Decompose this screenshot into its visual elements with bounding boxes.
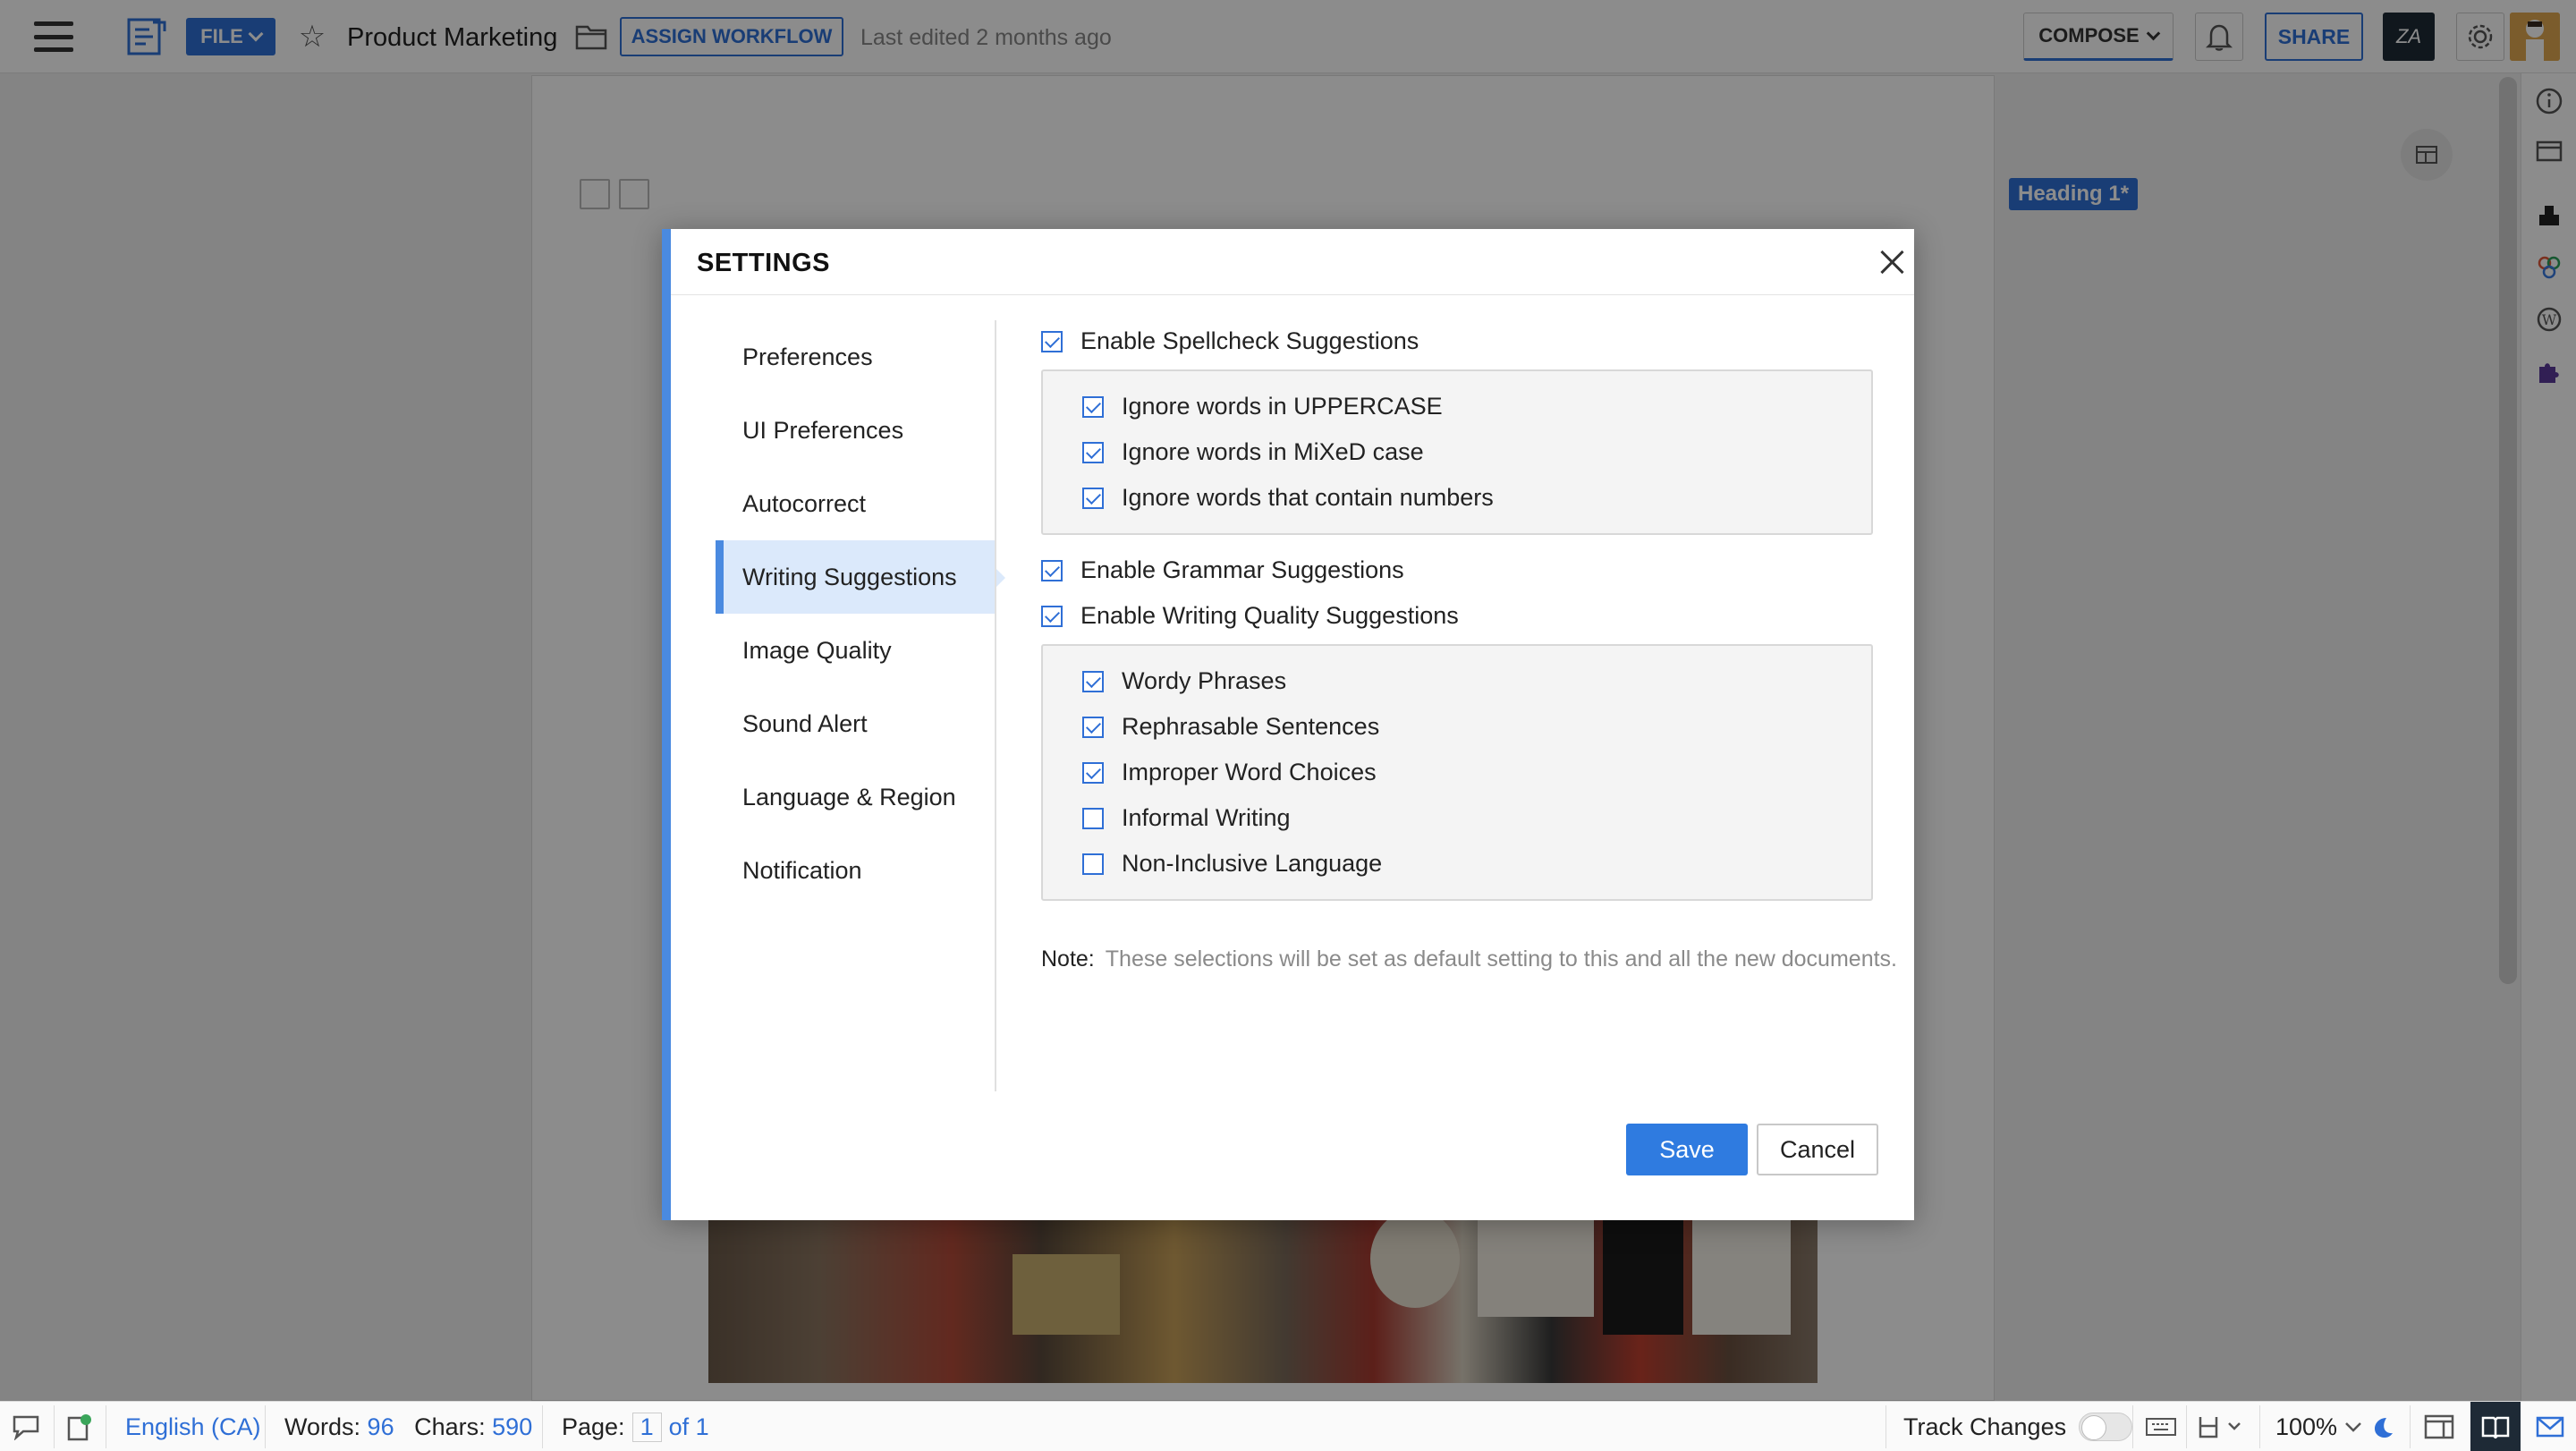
track-changes-toggle[interactable]	[2079, 1413, 2133, 1441]
document-check-icon[interactable]	[64, 1402, 93, 1451]
settings-note: Note: These selections will be set as de…	[1041, 946, 1897, 972]
ignore-numbers-checkbox[interactable]	[1082, 487, 1104, 509]
chevron-down-icon	[2345, 1422, 2361, 1432]
grammar-label: Enable Grammar Suggestions	[1080, 556, 1404, 583]
nav-item-language-region[interactable]: Language & Region	[716, 760, 995, 834]
writing-quality-suboptions: Wordy Phrases Rephrasable Sentences Impr…	[1041, 644, 1873, 901]
note-text: These selections will be set as default …	[1105, 946, 1897, 972]
spellcheck-label: Enable Spellcheck Suggestions	[1080, 327, 1419, 354]
rephrasable-sentences-label: Rephrasable Sentences	[1122, 713, 1380, 740]
dialog-header: SETTINGS	[671, 229, 1914, 295]
rephrasable-sentences-checkbox[interactable]	[1082, 716, 1104, 738]
save-button[interactable]: Save	[1626, 1124, 1748, 1175]
keyboard-icon[interactable]	[2145, 1402, 2177, 1451]
status-separator	[542, 1405, 543, 1448]
status-bar: English (CA) Words: 96 Chars: 590 Page: …	[0, 1401, 2576, 1451]
grammar-option[interactable]: Enable Grammar Suggestions	[1041, 547, 1873, 593]
non-inclusive-language-option[interactable]: Non-Inclusive Language	[1082, 841, 1871, 887]
settings-nav: Preferences UI Preferences Autocorrect W…	[716, 320, 1005, 907]
nav-item-sound-alert[interactable]: Sound Alert	[716, 687, 995, 760]
page-total: of 1	[668, 1413, 709, 1440]
page-number-input[interactable]: 1	[631, 1412, 662, 1442]
chars-value: 590	[492, 1413, 533, 1440]
zoom-value: 100%	[2275, 1413, 2338, 1440]
informal-writing-checkbox[interactable]	[1082, 807, 1104, 829]
status-separator	[2186, 1405, 2187, 1448]
spellcheck-option[interactable]: Enable Spellcheck Suggestions	[1041, 318, 1873, 364]
wordy-phrases-option[interactable]: Wordy Phrases	[1082, 658, 1871, 704]
writing-quality-option[interactable]: Enable Writing Quality Suggestions	[1041, 593, 1873, 639]
ignore-numbers-label: Ignore words that contain numbers	[1122, 484, 1494, 511]
informal-writing-option[interactable]: Informal Writing	[1082, 795, 1871, 841]
page-label: Page:	[562, 1413, 625, 1440]
wordy-phrases-checkbox[interactable]	[1082, 670, 1104, 692]
improper-word-choices-label: Improper Word Choices	[1122, 759, 1377, 785]
ignore-uppercase-option[interactable]: Ignore words in UPPERCASE	[1082, 384, 1871, 429]
ignore-numbers-option[interactable]: Ignore words that contain numbers	[1082, 475, 1871, 521]
ignore-uppercase-label: Ignore words in UPPERCASE	[1122, 393, 1443, 420]
language-label: English (CA)	[125, 1413, 261, 1440]
nav-item-preferences[interactable]: Preferences	[716, 320, 995, 394]
layout-view-icon[interactable]	[2424, 1402, 2454, 1451]
ignore-uppercase-checkbox[interactable]	[1082, 395, 1104, 418]
zoom-selector[interactable]: 100%	[2275, 1402, 2364, 1451]
nav-item-writing-suggestions[interactable]: Writing Suggestions	[716, 540, 1005, 614]
nav-item-autocorrect[interactable]: Autocorrect	[716, 467, 995, 540]
status-separator	[265, 1405, 266, 1448]
status-separator	[1885, 1405, 1886, 1448]
status-separator	[2132, 1405, 2133, 1448]
writing-quality-checkbox[interactable]	[1041, 605, 1063, 627]
mail-icon[interactable]	[2535, 1402, 2565, 1451]
non-inclusive-language-label: Non-Inclusive Language	[1122, 850, 1383, 877]
dialog-title: SETTINGS	[697, 249, 831, 277]
language-selector[interactable]: English (CA)	[125, 1402, 261, 1451]
page-indicator: Page: 1 of 1	[562, 1402, 709, 1451]
note-label: Note:	[1041, 946, 1095, 972]
word-count: Words: 96 Chars: 590	[284, 1402, 532, 1451]
status-separator	[2410, 1405, 2411, 1448]
non-inclusive-language-checkbox[interactable]	[1082, 853, 1104, 875]
close-icon[interactable]	[1878, 249, 1905, 276]
nav-item-notification[interactable]: Notification	[716, 834, 995, 907]
improper-word-choices-checkbox[interactable]	[1082, 761, 1104, 784]
improper-word-choices-option[interactable]: Improper Word Choices	[1082, 750, 1871, 795]
track-changes-label: Track Changes	[1903, 1413, 2067, 1440]
writing-suggestions-panel: Enable Spellcheck Suggestions Ignore wor…	[1041, 318, 1873, 913]
ignore-mixed-case-label: Ignore words in MiXeD case	[1122, 438, 1424, 465]
writing-quality-label: Enable Writing Quality Suggestions	[1080, 602, 1459, 629]
spellcheck-suboptions: Ignore words in UPPERCASE Ignore words i…	[1041, 369, 1873, 535]
nav-item-image-quality[interactable]: Image Quality	[716, 614, 995, 687]
settings-dialog: SETTINGS Preferences UI Preferences Auto…	[662, 229, 1914, 1220]
informal-writing-label: Informal Writing	[1122, 804, 1291, 831]
nav-item-ui-preferences[interactable]: UI Preferences	[716, 394, 995, 467]
track-changes[interactable]: Track Changes	[1903, 1402, 2133, 1451]
wordy-phrases-label: Wordy Phrases	[1122, 667, 1287, 694]
cancel-button[interactable]: Cancel	[1757, 1124, 1878, 1175]
dark-mode-icon[interactable]	[2370, 1402, 2395, 1451]
status-separator	[2259, 1405, 2260, 1448]
ignore-mixed-case-checkbox[interactable]	[1082, 441, 1104, 463]
book-icon[interactable]	[2470, 1402, 2521, 1451]
spellcheck-checkbox[interactable]	[1041, 330, 1063, 352]
ignore-mixed-case-option[interactable]: Ignore words in MiXeD case	[1082, 429, 1871, 475]
chat-icon[interactable]	[11, 1402, 41, 1451]
status-separator	[54, 1405, 55, 1448]
words-value: 96	[367, 1413, 394, 1440]
page-view-icon[interactable]	[2197, 1402, 2243, 1451]
chars-label: Chars:	[414, 1413, 486, 1440]
nav-divider	[995, 320, 996, 1091]
words-label: Words:	[284, 1413, 361, 1440]
rephrasable-sentences-option[interactable]: Rephrasable Sentences	[1082, 704, 1871, 750]
grammar-checkbox[interactable]	[1041, 559, 1063, 581]
